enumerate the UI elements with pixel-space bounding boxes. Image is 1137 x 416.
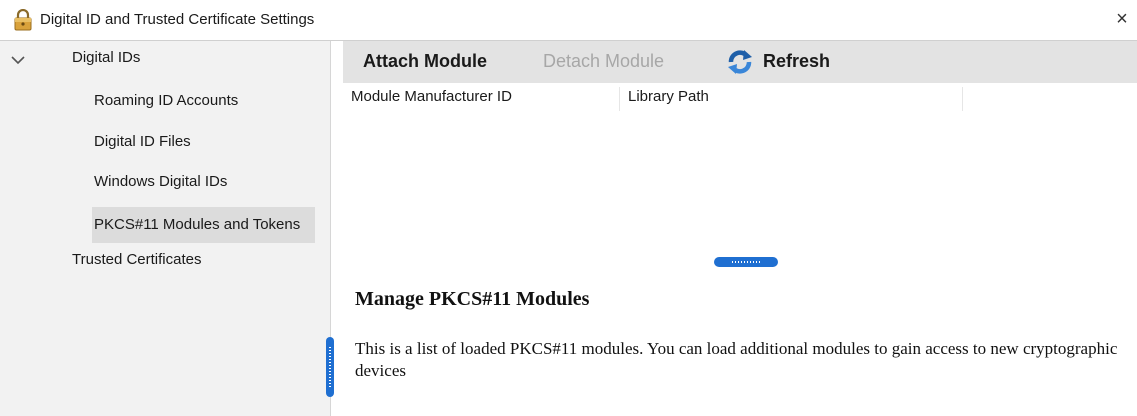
- refresh-icon[interactable]: [725, 48, 755, 76]
- column-header-library-path[interactable]: Library Path: [628, 88, 709, 105]
- help-body: This is a list of loaded PKCS#11 modules…: [355, 339, 1118, 380]
- toolbar: Attach Module Detach Module Refresh: [343, 41, 1137, 83]
- sidebar-item-roaming-id-accounts[interactable]: Roaming ID Accounts: [92, 90, 240, 116]
- lock-icon: [14, 9, 32, 31]
- refresh-button[interactable]: Refresh: [763, 51, 830, 72]
- chevron-down-icon[interactable]: [10, 55, 26, 65]
- help-title: Manage PKCS#11 Modules: [355, 288, 590, 310]
- column-header-manufacturer-id[interactable]: Module Manufacturer ID: [351, 88, 512, 105]
- vertical-splitter-handle[interactable]: [326, 337, 334, 397]
- sidebar-item-windows-digital-ids[interactable]: Windows Digital IDs: [92, 171, 229, 197]
- main-panel: Attach Module Detach Module Refresh Modu…: [343, 41, 1137, 416]
- modules-table-body[interactable]: [343, 113, 1137, 251]
- column-divider[interactable]: [962, 87, 963, 111]
- detach-module-button[interactable]: Detach Module: [543, 51, 664, 72]
- close-button[interactable]: ×: [1110, 6, 1134, 32]
- sidebar-group-digital-ids[interactable]: Digital IDs: [72, 49, 140, 66]
- title-bar: Digital ID and Trusted Certificate Setti…: [0, 0, 1137, 41]
- sidebar-item-digital-id-files[interactable]: Digital ID Files: [92, 131, 193, 157]
- column-divider[interactable]: [619, 87, 620, 111]
- sidebar-item-trusted-certificates[interactable]: Trusted Certificates: [72, 251, 202, 268]
- horizontal-splitter-handle[interactable]: [714, 257, 778, 267]
- table-header: Module Manufacturer ID Library Path: [343, 83, 1137, 113]
- sidebar: Digital IDs Roaming ID Accounts Digital …: [0, 41, 331, 416]
- sidebar-item-pkcs11-modules[interactable]: PKCS#11 Modules and Tokens: [92, 207, 315, 243]
- attach-module-button[interactable]: Attach Module: [363, 51, 487, 72]
- window-title: Digital ID and Trusted Certificate Setti…: [40, 11, 315, 28]
